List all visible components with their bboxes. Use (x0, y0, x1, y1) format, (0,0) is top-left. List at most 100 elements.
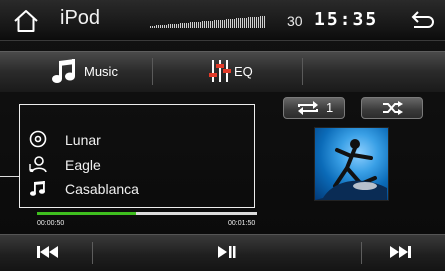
signal-bar (166, 25, 167, 28)
play-pause-icon (218, 246, 236, 258)
signal-bar (170, 24, 171, 28)
signal-bar (240, 18, 241, 28)
tab-music[interactable]: Music (0, 52, 152, 91)
tab-empty (304, 52, 445, 91)
artist-row: Eagle (20, 154, 254, 174)
signal-bar (202, 21, 203, 28)
signal-bar (228, 19, 229, 28)
signal-bar (172, 24, 173, 28)
progress-bar[interactable] (37, 212, 257, 215)
home-icon (14, 10, 38, 32)
volume-level: 30 (287, 13, 303, 29)
artist-name: Eagle (65, 157, 101, 173)
signal-bar (198, 22, 199, 28)
signal-bar (260, 16, 261, 28)
menu-divider (302, 58, 303, 85)
signal-bar (248, 17, 249, 28)
previous-track-icon (37, 246, 58, 258)
back-button[interactable] (410, 10, 436, 32)
music-note-icon (52, 59, 75, 83)
signal-bar (156, 25, 157, 28)
play-pause-button[interactable] (94, 235, 361, 271)
signal-bar (190, 22, 191, 28)
signal-bar (244, 18, 245, 28)
album-row: Lunar (20, 129, 254, 149)
signal-bar (232, 19, 233, 28)
signal-bar (218, 20, 219, 28)
signal-bar (152, 26, 153, 28)
signal-bar (188, 23, 189, 28)
signal-bar (160, 25, 161, 28)
signal-bar (196, 22, 197, 28)
signal-bar (212, 21, 213, 28)
signal-bar (178, 24, 179, 28)
signal-bar (262, 16, 263, 28)
signal-bar (226, 19, 227, 28)
elapsed-time: 00:00:50 (37, 220, 65, 227)
signal-bar (200, 22, 201, 28)
signal-bar (182, 23, 183, 28)
tab-music-label: Music (84, 64, 118, 79)
album-art (314, 127, 389, 201)
signal-bar (250, 17, 251, 28)
signal-bar (176, 24, 177, 28)
signal-bar (184, 23, 185, 28)
song-title: Casablanca (65, 181, 139, 197)
signal-bar (236, 18, 237, 28)
tab-eq-label: EQ (234, 64, 253, 79)
signal-bar (254, 17, 255, 28)
signal-bar (154, 26, 155, 28)
transport-divider (92, 242, 93, 264)
panel-lead-line (0, 176, 19, 177)
signal-bar (224, 20, 225, 28)
signal-bar (258, 17, 259, 28)
next-button[interactable] (363, 235, 445, 271)
signal-bar (186, 23, 187, 28)
signal-bar (242, 18, 243, 28)
progress-bar-fill (37, 212, 136, 215)
signal-bar (180, 23, 181, 28)
signal-bar (210, 21, 211, 28)
repeat-button[interactable]: 1 (283, 97, 345, 119)
signal-strength-bars (150, 16, 276, 28)
album-art-figure (315, 139, 387, 200)
repeat-icon (298, 101, 318, 115)
signal-bar (246, 18, 247, 28)
shuffle-button[interactable] (361, 97, 423, 119)
signal-bar (168, 24, 169, 28)
artist-icon (29, 156, 47, 173)
previous-button[interactable] (0, 235, 92, 271)
tab-eq[interactable]: EQ (154, 52, 302, 91)
signal-bar (256, 17, 257, 28)
signal-bar (164, 25, 165, 28)
app-title: iPod (60, 7, 101, 29)
menu-bar: Music EQ (0, 51, 445, 92)
signal-bar (208, 21, 209, 28)
back-arrow-icon (411, 11, 434, 28)
signal-bar (204, 21, 205, 28)
home-button[interactable] (13, 9, 39, 33)
menu-divider (152, 58, 153, 85)
song-note-icon (30, 181, 45, 196)
signal-bar (158, 25, 159, 28)
signal-bar (206, 21, 207, 28)
transport-divider (361, 242, 362, 264)
ipod-player-screen: iPod 30 15:35 Music EQ 1 Lunar Eagle Cas… (0, 0, 445, 271)
signal-bar (214, 20, 215, 28)
signal-bar (192, 22, 193, 28)
signal-bar (162, 25, 163, 28)
signal-bar (222, 20, 223, 28)
album-name: Lunar (65, 132, 101, 148)
signal-bar (194, 22, 195, 28)
signal-bar (174, 24, 175, 28)
transport-bar (0, 234, 445, 271)
signal-bar (216, 20, 217, 28)
signal-bar (252, 17, 253, 28)
signal-bar (150, 26, 151, 28)
repeat-count: 1 (326, 100, 334, 115)
signal-bar (238, 18, 239, 28)
equalizer-icon (209, 60, 231, 82)
signal-bar (234, 19, 235, 28)
next-track-icon (390, 246, 411, 258)
shuffle-icon (383, 101, 403, 115)
